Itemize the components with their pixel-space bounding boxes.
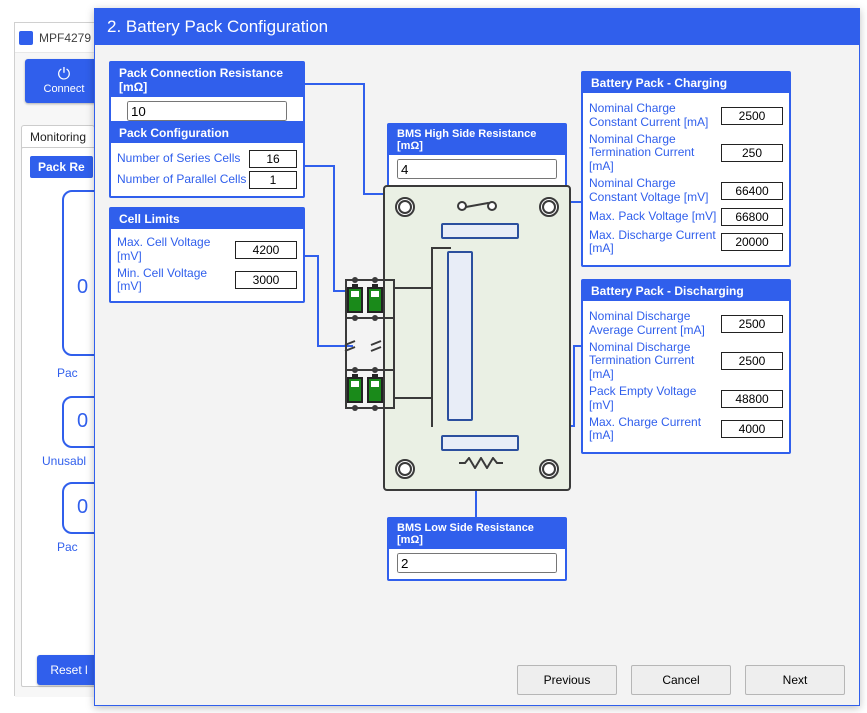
app-logo-icon [19,31,33,45]
connector-line [333,165,335,290]
monitoring-tab[interactable]: Monitoring [21,125,95,149]
max-pack-voltage-label: Max. Pack Voltage [mV] [589,210,721,224]
pack-conn-res-input[interactable] [127,101,287,121]
bms-high-header: BMS High Side Resistance [mΩ] [389,125,565,155]
ellipsis-break-icon [341,339,401,363]
component-icon [441,435,519,451]
bms-high-side-group: BMS High Side Resistance [mΩ] [387,123,567,187]
max-discharge-current-label: Max. Discharge Current [mA] [589,229,721,257]
battery-cell-icon [347,287,363,313]
dialog-body: Pack Connection Resistance [mΩ] Pack Con… [95,45,859,705]
cancel-button[interactable]: Cancel [631,665,731,695]
max-charge-current-input[interactable] [721,420,783,438]
connect-label: Connect [44,83,85,95]
battery-cell-icon [367,377,383,403]
connect-button[interactable]: ⏻ Connect [25,59,103,103]
connector-line [363,83,365,193]
battery-cell-icon [347,377,363,403]
bms-high-input[interactable] [397,159,557,179]
discharging-group: Battery Pack - Discharging Nominal Disch… [581,279,791,454]
bg-label-pac1: Pac [57,366,78,380]
bms-low-side-group: BMS Low Side Resistance [mΩ] [387,517,567,581]
min-cell-voltage-input[interactable] [235,271,297,289]
next-button[interactable]: Next [745,665,845,695]
bms-chip-icon [447,251,473,421]
connector-line [573,345,575,427]
parallel-cells-input[interactable] [249,171,297,189]
previous-button[interactable]: Previous [517,665,617,695]
bg-value-1: 0 [77,276,88,299]
connector-line [305,83,365,85]
power-icon: ⏻ [58,67,71,83]
pack-config-header: Pack Configuration [111,123,303,143]
component-icon [441,223,519,239]
series-cells-label: Number of Series Cells [117,152,249,166]
nom-charge-current-label: Nominal Charge Constant Current [mA] [589,102,721,130]
bg-label-pac2: Pac [57,540,78,554]
screw-icon [395,197,415,217]
bg-label-unusabl: Unusabl [42,454,86,468]
discharging-header: Battery Pack - Discharging [583,281,789,301]
battery-cell-icon [367,287,383,313]
pack-diagram [383,185,571,491]
nom-charge-term-label: Nominal Charge Termination Current [mA] [589,133,721,174]
pack-empty-voltage-label: Pack Empty Voltage [mV] [589,385,721,413]
pack-configuration-group: Pack Configuration Number of Series Cell… [109,121,305,198]
parallel-cells-label: Number of Parallel Cells [117,173,249,187]
nom-discharge-avg-input[interactable] [721,315,783,333]
charging-header: Battery Pack - Charging [583,73,789,93]
bg-value-2: 0 [77,410,88,433]
max-cell-voltage-label: Max. Cell Voltage [mV] [117,236,235,264]
pack-re-header: Pack Re [30,156,93,178]
bms-low-header: BMS Low Side Resistance [mΩ] [389,519,565,549]
dialog-title: 2. Battery Pack Configuration [95,9,859,45]
switch-icon [459,201,495,211]
nom-charge-term-input[interactable] [721,144,783,162]
nom-discharge-term-label: Nominal Discharge Termination Current [m… [589,341,721,382]
series-cells-input[interactable] [249,150,297,168]
charging-group: Battery Pack - Charging Nominal Charge C… [581,71,791,267]
nom-discharge-avg-label: Nominal Discharge Average Current [mA] [589,310,721,338]
dialog-footer: Previous Cancel Next [517,665,845,695]
battery-config-dialog: 2. Battery Pack Configuration Pack Conne… [94,8,860,706]
max-discharge-current-input[interactable] [721,233,783,251]
resistor-icon [459,457,503,469]
nom-charge-voltage-label: Nominal Charge Constant Voltage [mV] [589,177,721,205]
nom-charge-current-input[interactable] [721,107,783,125]
screw-icon [539,197,559,217]
bms-low-input[interactable] [397,553,557,573]
nom-discharge-term-input[interactable] [721,352,783,370]
cell-limits-header: Cell Limits [111,209,303,229]
bg-value-3: 0 [77,496,88,519]
cell-limits-group: Cell Limits Max. Cell Voltage [mV] Min. … [109,207,305,303]
connector-line [317,255,319,345]
screw-icon [539,459,559,479]
pack-connection-resistance-group: Pack Connection Resistance [mΩ] [109,61,305,129]
max-pack-voltage-input[interactable] [721,208,783,226]
connector-line [305,165,335,167]
pack-conn-res-header: Pack Connection Resistance [mΩ] [111,63,303,97]
max-charge-current-label: Max. Charge Current [mA] [589,416,721,444]
reset-button[interactable]: Reset l [37,655,101,685]
max-cell-voltage-input[interactable] [235,241,297,259]
min-cell-voltage-label: Min. Cell Voltage [mV] [117,267,235,295]
parent-title: MPF4279 [39,31,91,45]
nom-charge-voltage-input[interactable] [721,182,783,200]
screw-icon [395,459,415,479]
pack-empty-voltage-input[interactable] [721,390,783,408]
